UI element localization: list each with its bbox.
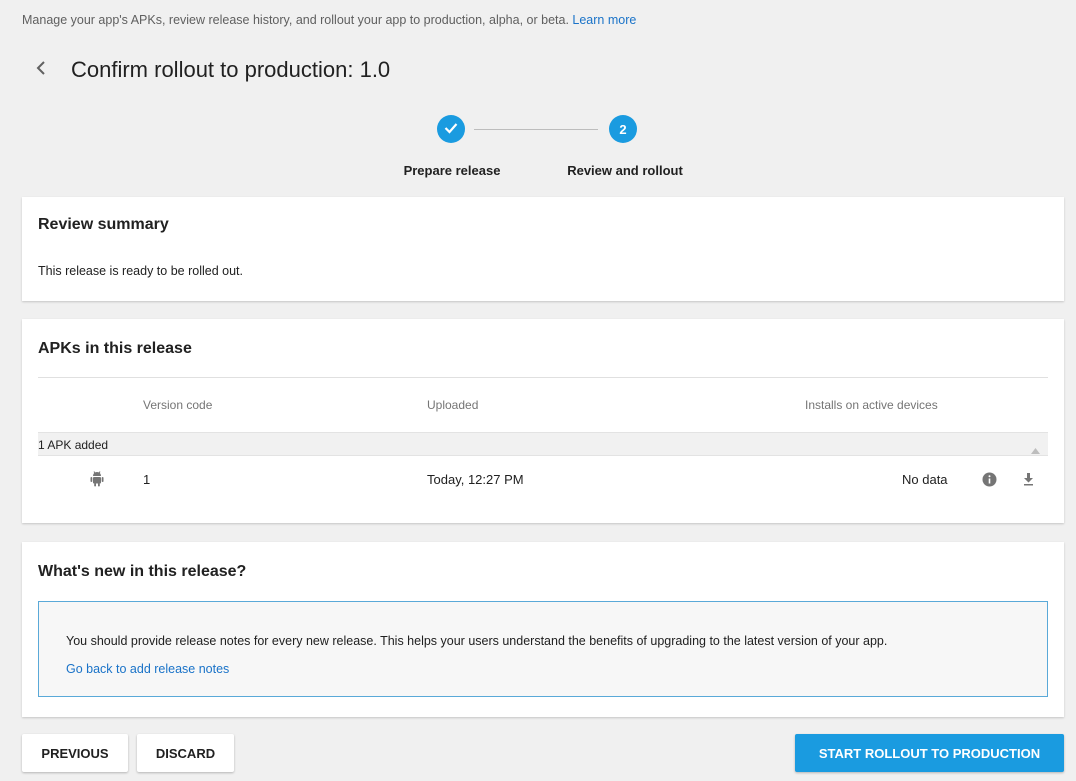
step-1-complete — [437, 115, 465, 143]
installs-value: No data — [902, 472, 948, 487]
review-summary-title: Review summary — [38, 216, 169, 233]
discard-button[interactable]: DISCARD — [137, 734, 234, 772]
column-header-uploaded: Uploaded — [427, 398, 479, 412]
learn-more-link[interactable]: Learn more — [572, 13, 636, 27]
info-icon[interactable] — [982, 472, 997, 492]
step-2-active: 2 — [609, 115, 637, 143]
review-summary-card: Review summary This release is ready to … — [22, 197, 1064, 301]
step-2-label: Review and rollout — [567, 163, 683, 178]
page-title: Confirm rollout to production: 1.0 — [71, 57, 391, 82]
version-code-value: 1 — [143, 472, 151, 487]
apks-card: APKs in this release Version code Upload… — [22, 319, 1064, 523]
apks-title: APKs in this release — [38, 340, 192, 357]
step-2-number: 2 — [619, 121, 627, 137]
whats-new-title: What's new in this release? — [38, 563, 247, 580]
previous-button[interactable]: PREVIOUS — [22, 734, 128, 772]
stepper-connector — [474, 129, 598, 130]
whats-new-card: What's new in this release? You should p… — [22, 542, 1064, 717]
column-header-version-code: Version code — [143, 398, 213, 412]
intro-text: Manage your app's APKs, review release h… — [22, 13, 636, 27]
back-button[interactable] — [30, 56, 52, 84]
collapse-icon[interactable] — [1031, 441, 1040, 459]
chevron-left-icon — [36, 60, 46, 80]
start-rollout-button[interactable]: START ROLLOUT TO PRODUCTION — [795, 734, 1064, 772]
android-icon — [90, 471, 104, 492]
review-summary-text: This release is ready to be rolled out. — [38, 264, 243, 278]
step-1-label: Prepare release — [403, 163, 501, 178]
uploaded-value: Today, 12:27 PM — [427, 472, 524, 487]
add-release-notes-link[interactable]: Go back to add release notes — [66, 662, 229, 676]
intro-description: Manage your app's APKs, review release h… — [22, 13, 569, 27]
release-notes-message: You should provide release notes for eve… — [66, 634, 888, 648]
check-icon — [444, 122, 458, 137]
download-icon[interactable] — [1023, 473, 1034, 491]
apk-group-label: 1 APK added — [38, 438, 109, 452]
apk-group-row[interactable]: 1 APK added — [38, 432, 1048, 456]
release-notes-notice: You should provide release notes for eve… — [38, 601, 1048, 697]
column-header-installs: Installs on active devices — [805, 398, 938, 412]
apks-divider — [38, 377, 1048, 378]
